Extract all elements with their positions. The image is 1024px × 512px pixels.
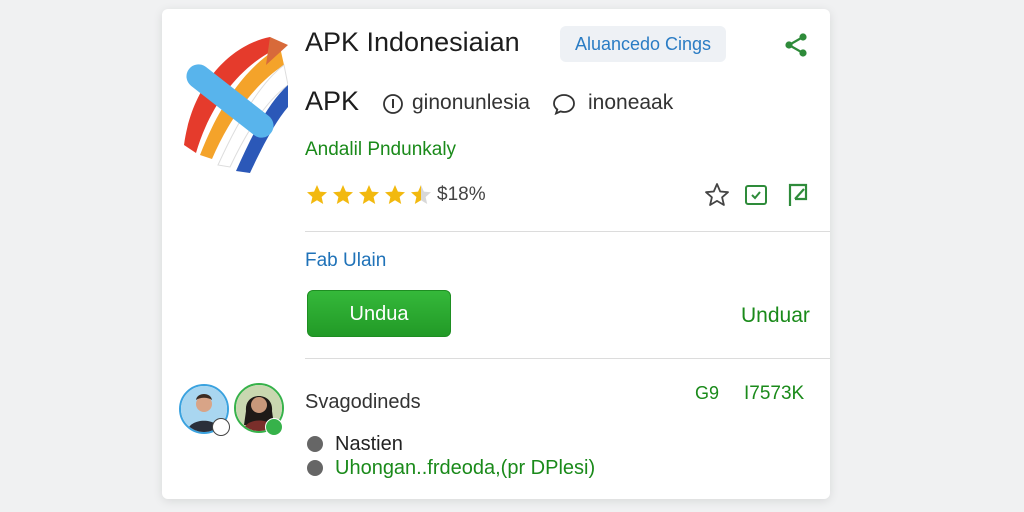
- download-button[interactable]: Undua: [307, 290, 451, 337]
- star-full-icon: [333, 185, 353, 204]
- list-item[interactable]: Uhongan..frdeoda,(pr DPlesi): [335, 457, 595, 480]
- bullet-icon: [307, 436, 323, 452]
- avatar-badge-icon: [212, 418, 230, 436]
- app-title: APK Indonesiaian: [305, 27, 520, 57]
- star-outline-icon[interactable]: [703, 181, 731, 209]
- review-count: I7573K: [744, 383, 805, 404]
- download-section-label: Fab Ulain: [305, 250, 387, 271]
- divider: [305, 231, 830, 232]
- app-type-label: APK: [305, 86, 360, 116]
- info-circle-icon: [383, 94, 403, 114]
- download-link[interactable]: Unduar: [741, 304, 810, 328]
- avatar-badge-icon: [265, 418, 283, 436]
- bookmark-check-icon[interactable]: [742, 181, 770, 209]
- chat-bubble-icon: [553, 94, 575, 116]
- developer-name[interactable]: ginonunlesia: [412, 91, 530, 115]
- star-full-icon: [385, 185, 405, 204]
- rating-stars: [305, 183, 433, 207]
- share-icon[interactable]: [782, 31, 810, 59]
- reviewers-label: Svagodineds: [305, 391, 421, 413]
- star-full-icon: [307, 185, 327, 204]
- star-half-icon: [411, 185, 431, 204]
- rating-text: $18%: [437, 184, 486, 205]
- advanced-settings-badge[interactable]: Aluancedo Cings: [560, 26, 726, 62]
- star-full-icon: [359, 185, 379, 204]
- flag-icon[interactable]: [784, 181, 812, 209]
- bullet-icon: [307, 460, 323, 476]
- review-stat: G9: [695, 383, 720, 403]
- region-label[interactable]: inoneaak: [588, 91, 673, 115]
- app-category[interactable]: Andalil Pndunkaly: [305, 139, 456, 161]
- list-item: Nastien: [335, 433, 403, 455]
- app-logo: [184, 37, 288, 173]
- app-card: APK Indonesiaian Aluancedo Cings APK gin…: [162, 9, 830, 499]
- divider: [305, 358, 830, 359]
